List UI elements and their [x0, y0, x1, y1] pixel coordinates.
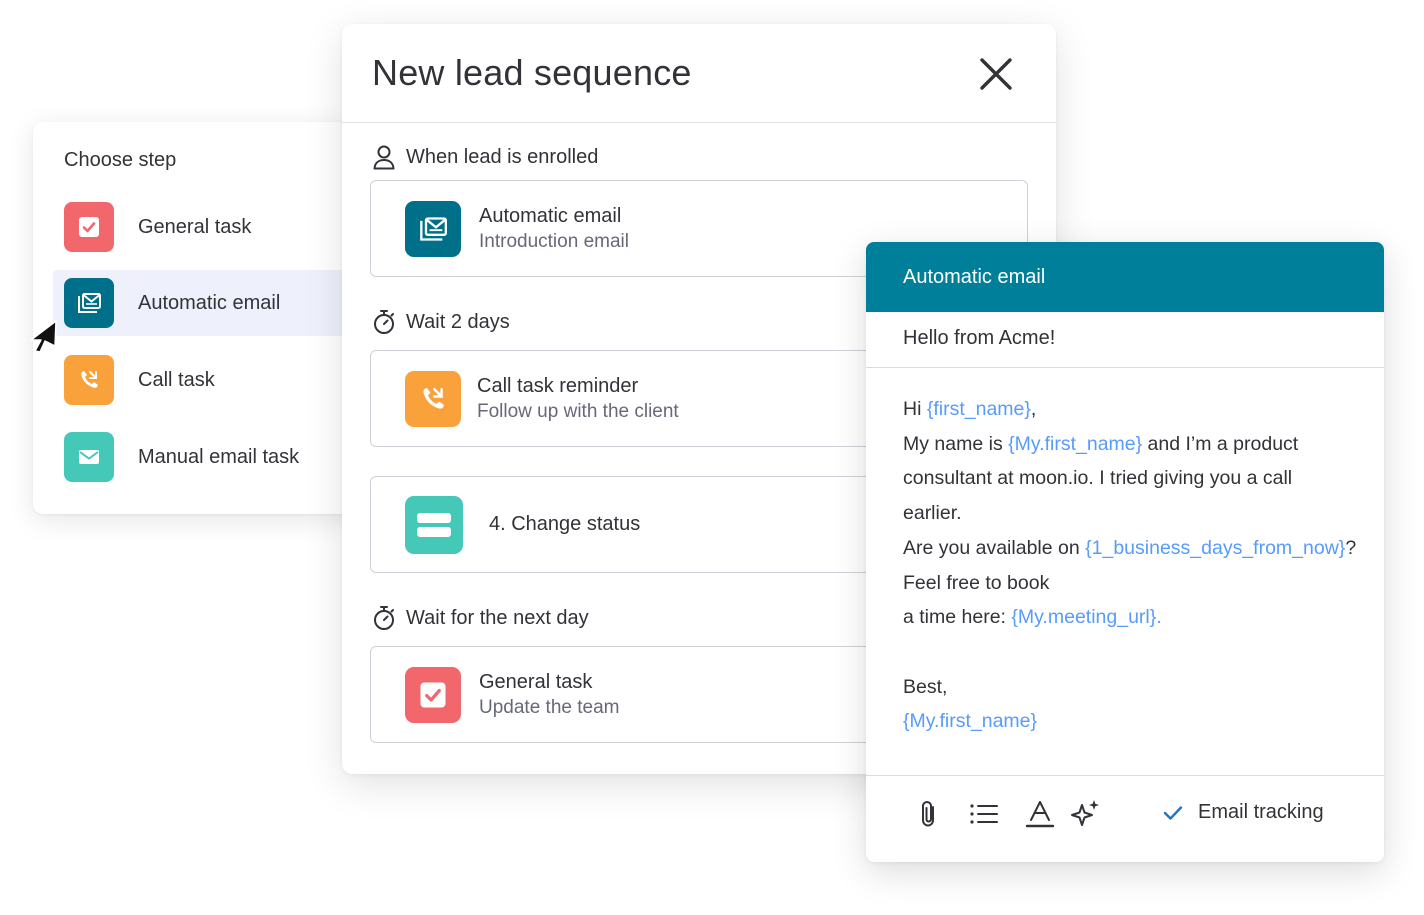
email-panel-header: Automatic email [866, 242, 1384, 312]
stopwatch-icon [374, 310, 394, 334]
envelope-icon [64, 432, 114, 482]
variable-first-name: {first_name} [926, 398, 1031, 420]
text-format-icon [1025, 801, 1055, 828]
paperclip-icon [922, 800, 934, 827]
choose-item-general-task[interactable]: General task [53, 194, 363, 260]
email-subject-field[interactable]: Hello from Acme! [903, 327, 1055, 350]
step-subtitle: Follow up with the client [477, 400, 679, 422]
choose-item-manual-email-task[interactable]: Manual email task [53, 424, 363, 490]
step-title: Automatic email [479, 204, 622, 227]
email-subject-divider [866, 367, 1384, 368]
email-tracking-toggle[interactable]: Email tracking [1162, 801, 1324, 824]
variable-signature: {My.first_name} [903, 710, 1038, 733]
checkbox-icon [64, 202, 114, 252]
modal-title: New lead sequence [372, 52, 692, 93]
close-button[interactable] [974, 52, 1018, 96]
email-line: consultant at moon.io. I tried giving yo… [903, 467, 1293, 490]
email-line: Best, [903, 675, 948, 698]
email-line: My name is {My.first_name} and I’m a pro… [903, 432, 1299, 455]
email-blank-line [903, 635, 1373, 670]
section-when-enrolled: When lead is enrolled [372, 144, 598, 170]
email-body-editor[interactable]: Hi {first_name}, My name is {My.first_na… [903, 392, 1373, 739]
choose-item-label: Manual email task [138, 445, 300, 468]
email-line: a time here: {My.meeting_url}. [903, 606, 1162, 629]
phone-icon [405, 370, 461, 427]
attach-button[interactable] [913, 798, 945, 830]
section-label-text: Wait for the next day [406, 606, 589, 629]
phone-icon [64, 355, 114, 405]
list-icon [970, 804, 998, 824]
list-button[interactable] [968, 798, 1000, 830]
variable-business-days: {1_business_days_from_now} [1085, 536, 1346, 559]
ai-assist-button[interactable] [1070, 798, 1102, 830]
choose-item-call-task[interactable]: Call task [53, 347, 363, 413]
section-label-text: Wait 2 days [406, 310, 510, 333]
email-stack-icon [405, 200, 461, 257]
step-subtitle: Update the team [479, 696, 620, 718]
stopwatch-icon [374, 606, 394, 630]
step-title: 4. Change status [489, 513, 641, 535]
email-line: Hi {first_name}, [903, 398, 1037, 420]
person-icon [373, 145, 395, 170]
checkmark-icon [1163, 805, 1183, 820]
choose-item-label: General task [138, 215, 252, 238]
variable-meeting-url: {My.meeting_url}. [1011, 606, 1162, 629]
text-format-button[interactable] [1024, 798, 1056, 830]
step-subtitle: Introduction email [479, 230, 629, 252]
sparkle-icon [1071, 800, 1099, 826]
modal-divider [342, 122, 1056, 123]
automatic-email-panel: Automatic email Hello from Acme! Hi {fir… [866, 242, 1384, 862]
choose-step-title: Choose step [64, 149, 177, 171]
section-wait-next-day: Wait for the next day [372, 605, 589, 631]
email-toolbar-divider [866, 775, 1384, 776]
step-title: Call task reminder [477, 374, 639, 397]
checkbox-icon [405, 666, 461, 723]
email-tracking-label: Email tracking [1198, 801, 1324, 823]
mouse-cursor-icon [30, 320, 57, 353]
email-line: Feel free to book [903, 571, 1050, 594]
variable-my-first-name: {My.first_name} [1008, 432, 1143, 455]
choose-item-label: Call task [138, 368, 215, 391]
email-line: Are you available on {1_business_days_fr… [903, 536, 1357, 559]
choose-item-label: Automatic email [138, 291, 281, 314]
close-icon [980, 58, 1012, 90]
step-title: General task [479, 670, 593, 693]
email-stack-icon [64, 278, 114, 328]
section-wait-2-days: Wait 2 days [372, 309, 510, 335]
section-label-text: When lead is enrolled [406, 145, 599, 168]
choose-item-automatic-email[interactable]: Automatic email [53, 270, 363, 336]
email-line: earlier. [903, 502, 962, 525]
status-icon [405, 495, 463, 554]
choose-step-panel: Choose step General task Automatic email… [33, 122, 363, 514]
